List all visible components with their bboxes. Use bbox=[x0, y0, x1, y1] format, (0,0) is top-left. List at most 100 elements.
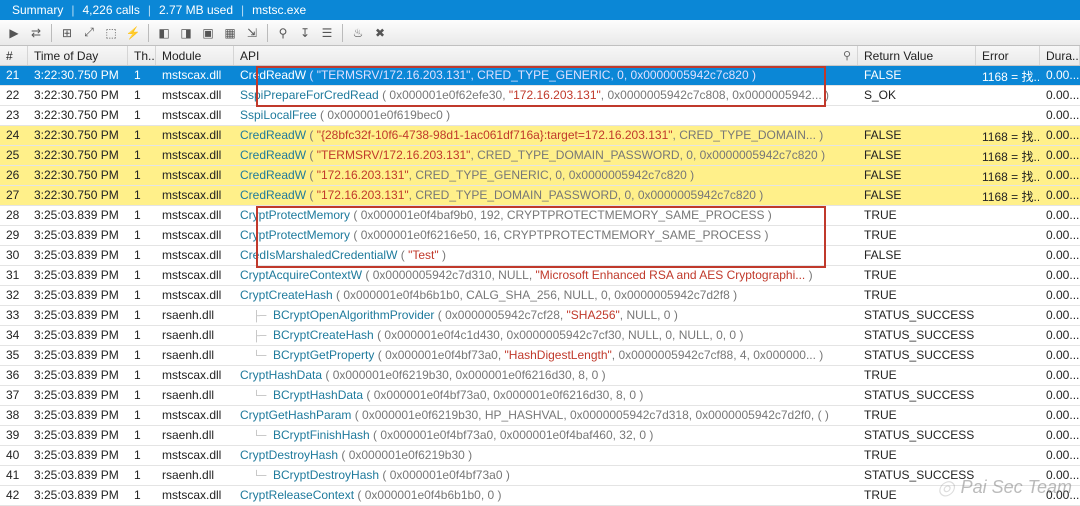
table-row[interactable]: 403:25:03.839 PM1mstscax.dllCryptDestroy… bbox=[0, 446, 1080, 466]
table-row[interactable]: 353:25:03.839 PM1rsaenh.dll └─ BCryptGet… bbox=[0, 346, 1080, 366]
summary-label[interactable]: Summary bbox=[8, 3, 67, 17]
table-row[interactable]: 383:25:03.839 PM1mstscax.dllCryptGetHash… bbox=[0, 406, 1080, 426]
cell-module: rsaenh.dll bbox=[156, 306, 234, 325]
api-fn-name: BCryptDestroyHash bbox=[273, 468, 379, 482]
search-icon[interactable]: ⚲ bbox=[843, 49, 851, 63]
toolbar-button[interactable]: ↧ bbox=[295, 23, 315, 43]
table-row[interactable]: 373:25:03.839 PM1rsaenh.dll └─ BCryptHas… bbox=[0, 386, 1080, 406]
col-module[interactable]: Module bbox=[156, 46, 234, 65]
cell-module: mstscax.dll bbox=[156, 286, 234, 305]
cell-duration: 0.00... bbox=[1040, 266, 1080, 285]
api-arg: NULL bbox=[498, 268, 529, 282]
cell-index: 21 bbox=[0, 66, 28, 85]
api-arg: 0x000001e0f4baf460 bbox=[500, 428, 613, 442]
cell-index: 42 bbox=[0, 486, 28, 505]
cell-duration: 0.00... bbox=[1040, 86, 1080, 105]
cell-time: 3:25:03.839 PM bbox=[28, 426, 128, 445]
cell-time: 3:25:03.839 PM bbox=[28, 406, 128, 425]
toolbar-button[interactable]: ⬚ bbox=[101, 23, 121, 43]
table-row[interactable]: 423:25:03.839 PM1mstscax.dllCryptRelease… bbox=[0, 486, 1080, 506]
table-row[interactable]: 363:25:03.839 PM1mstscax.dllCryptHashDat… bbox=[0, 366, 1080, 386]
col-error[interactable]: Error bbox=[976, 46, 1040, 65]
table-row[interactable]: 393:25:03.839 PM1rsaenh.dll └─ BCryptFin… bbox=[0, 426, 1080, 446]
api-fn-name: CredReadW bbox=[240, 168, 306, 182]
col-thread[interactable]: Th... bbox=[128, 46, 156, 65]
cell-module: mstscax.dll bbox=[156, 126, 234, 145]
toolbar-button[interactable]: ◧ bbox=[154, 23, 174, 43]
toolbar-button[interactable]: ⇄ bbox=[26, 23, 46, 43]
table-row[interactable]: 263:22:30.750 PM1mstscax.dllCredReadW ( … bbox=[0, 166, 1080, 186]
col-return[interactable]: Return Value bbox=[858, 46, 976, 65]
toolbar-button[interactable]: ⊞ bbox=[57, 23, 77, 43]
cell-duration: 0.00... bbox=[1040, 326, 1080, 345]
col-api[interactable]: API ⚲ bbox=[234, 46, 858, 65]
status-infobar: Summary | 4,226 calls | 2.77 MB used | m… bbox=[0, 0, 1080, 20]
table-row[interactable]: 233:22:30.750 PM1mstscax.dllSspiLocalFre… bbox=[0, 106, 1080, 126]
toolbar-button[interactable]: ⤢ bbox=[79, 23, 99, 43]
cell-return: FALSE bbox=[858, 66, 976, 85]
cell-error bbox=[976, 446, 1040, 465]
toolbar-button[interactable]: ⚡ bbox=[123, 23, 143, 43]
api-arg: CRED_TYPE_DOMAIN_PASSWORD bbox=[477, 148, 679, 162]
toolbar-button[interactable]: ▣ bbox=[198, 23, 218, 43]
infobar-sep: | bbox=[67, 3, 78, 17]
cell-error: 1168 = 找... bbox=[976, 186, 1040, 205]
cell-index: 36 bbox=[0, 366, 28, 385]
table-row[interactable]: 253:22:30.750 PM1mstscax.dllCredReadW ( … bbox=[0, 146, 1080, 166]
toolbar-button[interactable]: ☰ bbox=[317, 23, 337, 43]
table-row[interactable]: 283:25:03.839 PM1mstscax.dllCryptProtect… bbox=[0, 206, 1080, 226]
cell-api: CredReadW ( "172.16.203.131", CRED_TYPE_… bbox=[234, 166, 858, 185]
cell-thread: 1 bbox=[128, 106, 156, 125]
toolbar-button[interactable]: ✖ bbox=[370, 23, 390, 43]
cell-index: 28 bbox=[0, 206, 28, 225]
col-duration[interactable]: Dura... bbox=[1040, 46, 1080, 65]
cell-index: 32 bbox=[0, 286, 28, 305]
cell-index: 25 bbox=[0, 146, 28, 165]
cell-error bbox=[976, 266, 1040, 285]
table-row[interactable]: 213:22:30.750 PM1mstscax.dllCredReadW ( … bbox=[0, 66, 1080, 86]
cell-api: └─ BCryptGetProperty ( 0x000001e0f4bf73a… bbox=[234, 346, 858, 365]
api-arg: "TERMSRV/172.16.203.131" bbox=[317, 148, 471, 162]
cell-duration: 0.00... bbox=[1040, 386, 1080, 405]
table-row[interactable]: 323:25:03.839 PM1mstscax.dllCryptCreateH… bbox=[0, 286, 1080, 306]
table-row[interactable]: 313:25:03.839 PM1mstscax.dllCryptAcquire… bbox=[0, 266, 1080, 286]
cell-return: TRUE bbox=[858, 266, 976, 285]
cell-time: 3:22:30.750 PM bbox=[28, 86, 128, 105]
table-row[interactable]: 413:25:03.839 PM1rsaenh.dll └─ BCryptDes… bbox=[0, 466, 1080, 486]
col-time[interactable]: Time of Day bbox=[28, 46, 128, 65]
table-row[interactable]: 223:22:30.750 PM1mstscax.dllSspiPrepareF… bbox=[0, 86, 1080, 106]
api-arg: 0x000001e0f6216e50 bbox=[361, 228, 477, 242]
toolbar-button[interactable]: ♨ bbox=[348, 23, 368, 43]
cell-api: CryptGetHashParam ( 0x000001e0f6219b30, … bbox=[234, 406, 858, 425]
cell-thread: 1 bbox=[128, 386, 156, 405]
api-fn-name: CryptProtectMemory bbox=[240, 228, 350, 242]
col-index[interactable]: # bbox=[0, 46, 28, 65]
cell-return: TRUE bbox=[858, 446, 976, 465]
cell-duration: 0.00... bbox=[1040, 366, 1080, 385]
table-row[interactable]: 243:22:30.750 PM1mstscax.dllCredReadW ( … bbox=[0, 126, 1080, 146]
api-arg: 0x0000005942c7c820 bbox=[700, 148, 818, 162]
cell-error bbox=[976, 106, 1040, 125]
table-row[interactable]: 303:25:03.839 PM1mstscax.dllCredIsMarsha… bbox=[0, 246, 1080, 266]
cell-api: CredReadW ( "172.16.203.131", CRED_TYPE_… bbox=[234, 186, 858, 205]
api-arg: "{28bfc32f-10f6-4738-98d1-1ac061df716a}:… bbox=[317, 128, 673, 142]
api-arg: 0x000001e0f6219b30 bbox=[362, 408, 478, 422]
cell-duration: 0.00... bbox=[1040, 406, 1080, 425]
table-row[interactable]: 273:22:30.750 PM1mstscax.dllCredReadW ( … bbox=[0, 186, 1080, 206]
cell-module: rsaenh.dll bbox=[156, 326, 234, 345]
toolbar-button[interactable]: ⚲ bbox=[273, 23, 293, 43]
api-arg: 0x0000005942c7cf30 bbox=[507, 328, 622, 342]
api-arg: 0x0000005942c7c808 bbox=[607, 88, 725, 102]
cell-return: TRUE bbox=[858, 226, 976, 245]
api-fn-name: CryptProtectMemory bbox=[240, 208, 350, 222]
cell-module: mstscax.dll bbox=[156, 66, 234, 85]
toolbar-button[interactable]: ▦ bbox=[220, 23, 240, 43]
table-row[interactable]: 343:25:03.839 PM1rsaenh.dll ├─ BCryptCre… bbox=[0, 326, 1080, 346]
toolbar-button[interactable]: ⇲ bbox=[242, 23, 262, 43]
toolbar-button[interactable]: ▶ bbox=[4, 23, 24, 43]
api-arg: NULL bbox=[626, 308, 657, 322]
table-row[interactable]: 293:25:03.839 PM1mstscax.dllCryptProtect… bbox=[0, 226, 1080, 246]
toolbar-button[interactable]: ◨ bbox=[176, 23, 196, 43]
table-row[interactable]: 333:25:03.839 PM1rsaenh.dll ├─ BCryptOpe… bbox=[0, 306, 1080, 326]
cell-thread: 1 bbox=[128, 266, 156, 285]
